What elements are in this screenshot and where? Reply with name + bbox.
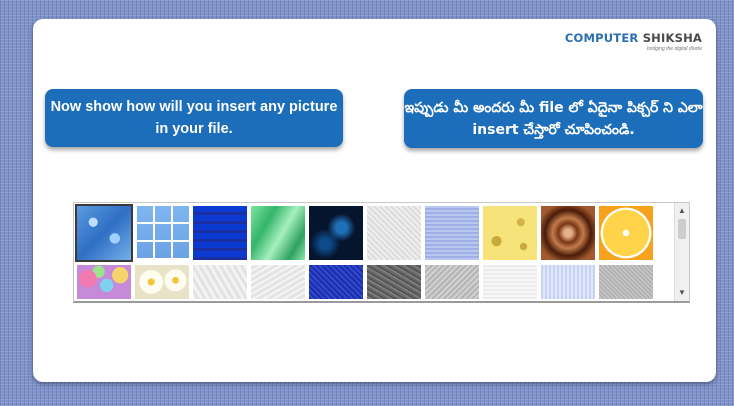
texture-light-paper[interactable]	[483, 265, 537, 299]
texture-blue-knit[interactable]	[541, 265, 595, 299]
instruction-telugu: ఇప్పుడు మీ అందరు మీ file లో ఏదైనా పిక్చర…	[404, 89, 703, 148]
instruction-english: Now show how will you insert any picture…	[45, 89, 343, 147]
logo-text-shiksha: SHIKSHA	[642, 31, 702, 45]
computer-shiksha-logo: COMPUTER SHIKSHA bridging the digital di…	[565, 31, 702, 52]
texture-daisies[interactable]	[135, 265, 189, 299]
texture-blue-tiles[interactable]	[135, 206, 189, 260]
texture-white-paper-2[interactable]	[251, 265, 305, 299]
logo-text-computer: COMPUTER	[564, 31, 639, 45]
texture-white-paper[interactable]	[367, 206, 421, 260]
texture-blue-fabric[interactable]	[425, 206, 479, 260]
texture-candies[interactable]	[77, 265, 131, 299]
scroll-up-icon[interactable]: ▲	[675, 205, 689, 217]
texture-dark-granite[interactable]	[367, 265, 421, 299]
texture-gallery: ▲ ▼	[73, 202, 690, 303]
scroll-down-icon[interactable]: ▼	[675, 287, 689, 299]
slide-card: COMPUTER SHIKSHA bridging the digital di…	[33, 19, 716, 382]
texture-gray-granite[interactable]	[425, 265, 479, 299]
texture-brown-swirl[interactable]	[541, 206, 595, 260]
logo-tagline: bridging the digital divide	[646, 46, 702, 52]
texture-orange-slice[interactable]	[599, 206, 653, 260]
texture-white-crumpled[interactable]	[193, 265, 247, 299]
texture-cheese[interactable]	[483, 206, 537, 260]
texture-blue-mosaic[interactable]	[193, 206, 247, 260]
gallery-scrollbar[interactable]: ▲ ▼	[674, 203, 689, 301]
texture-blue-denim[interactable]	[309, 265, 363, 299]
texture-dark-swirl[interactable]	[309, 206, 363, 260]
texture-water-droplets[interactable]	[75, 204, 133, 262]
texture-green-marble[interactable]	[251, 206, 305, 260]
scrollbar-thumb[interactable]	[678, 219, 686, 239]
texture-gray-sand[interactable]	[599, 265, 653, 299]
